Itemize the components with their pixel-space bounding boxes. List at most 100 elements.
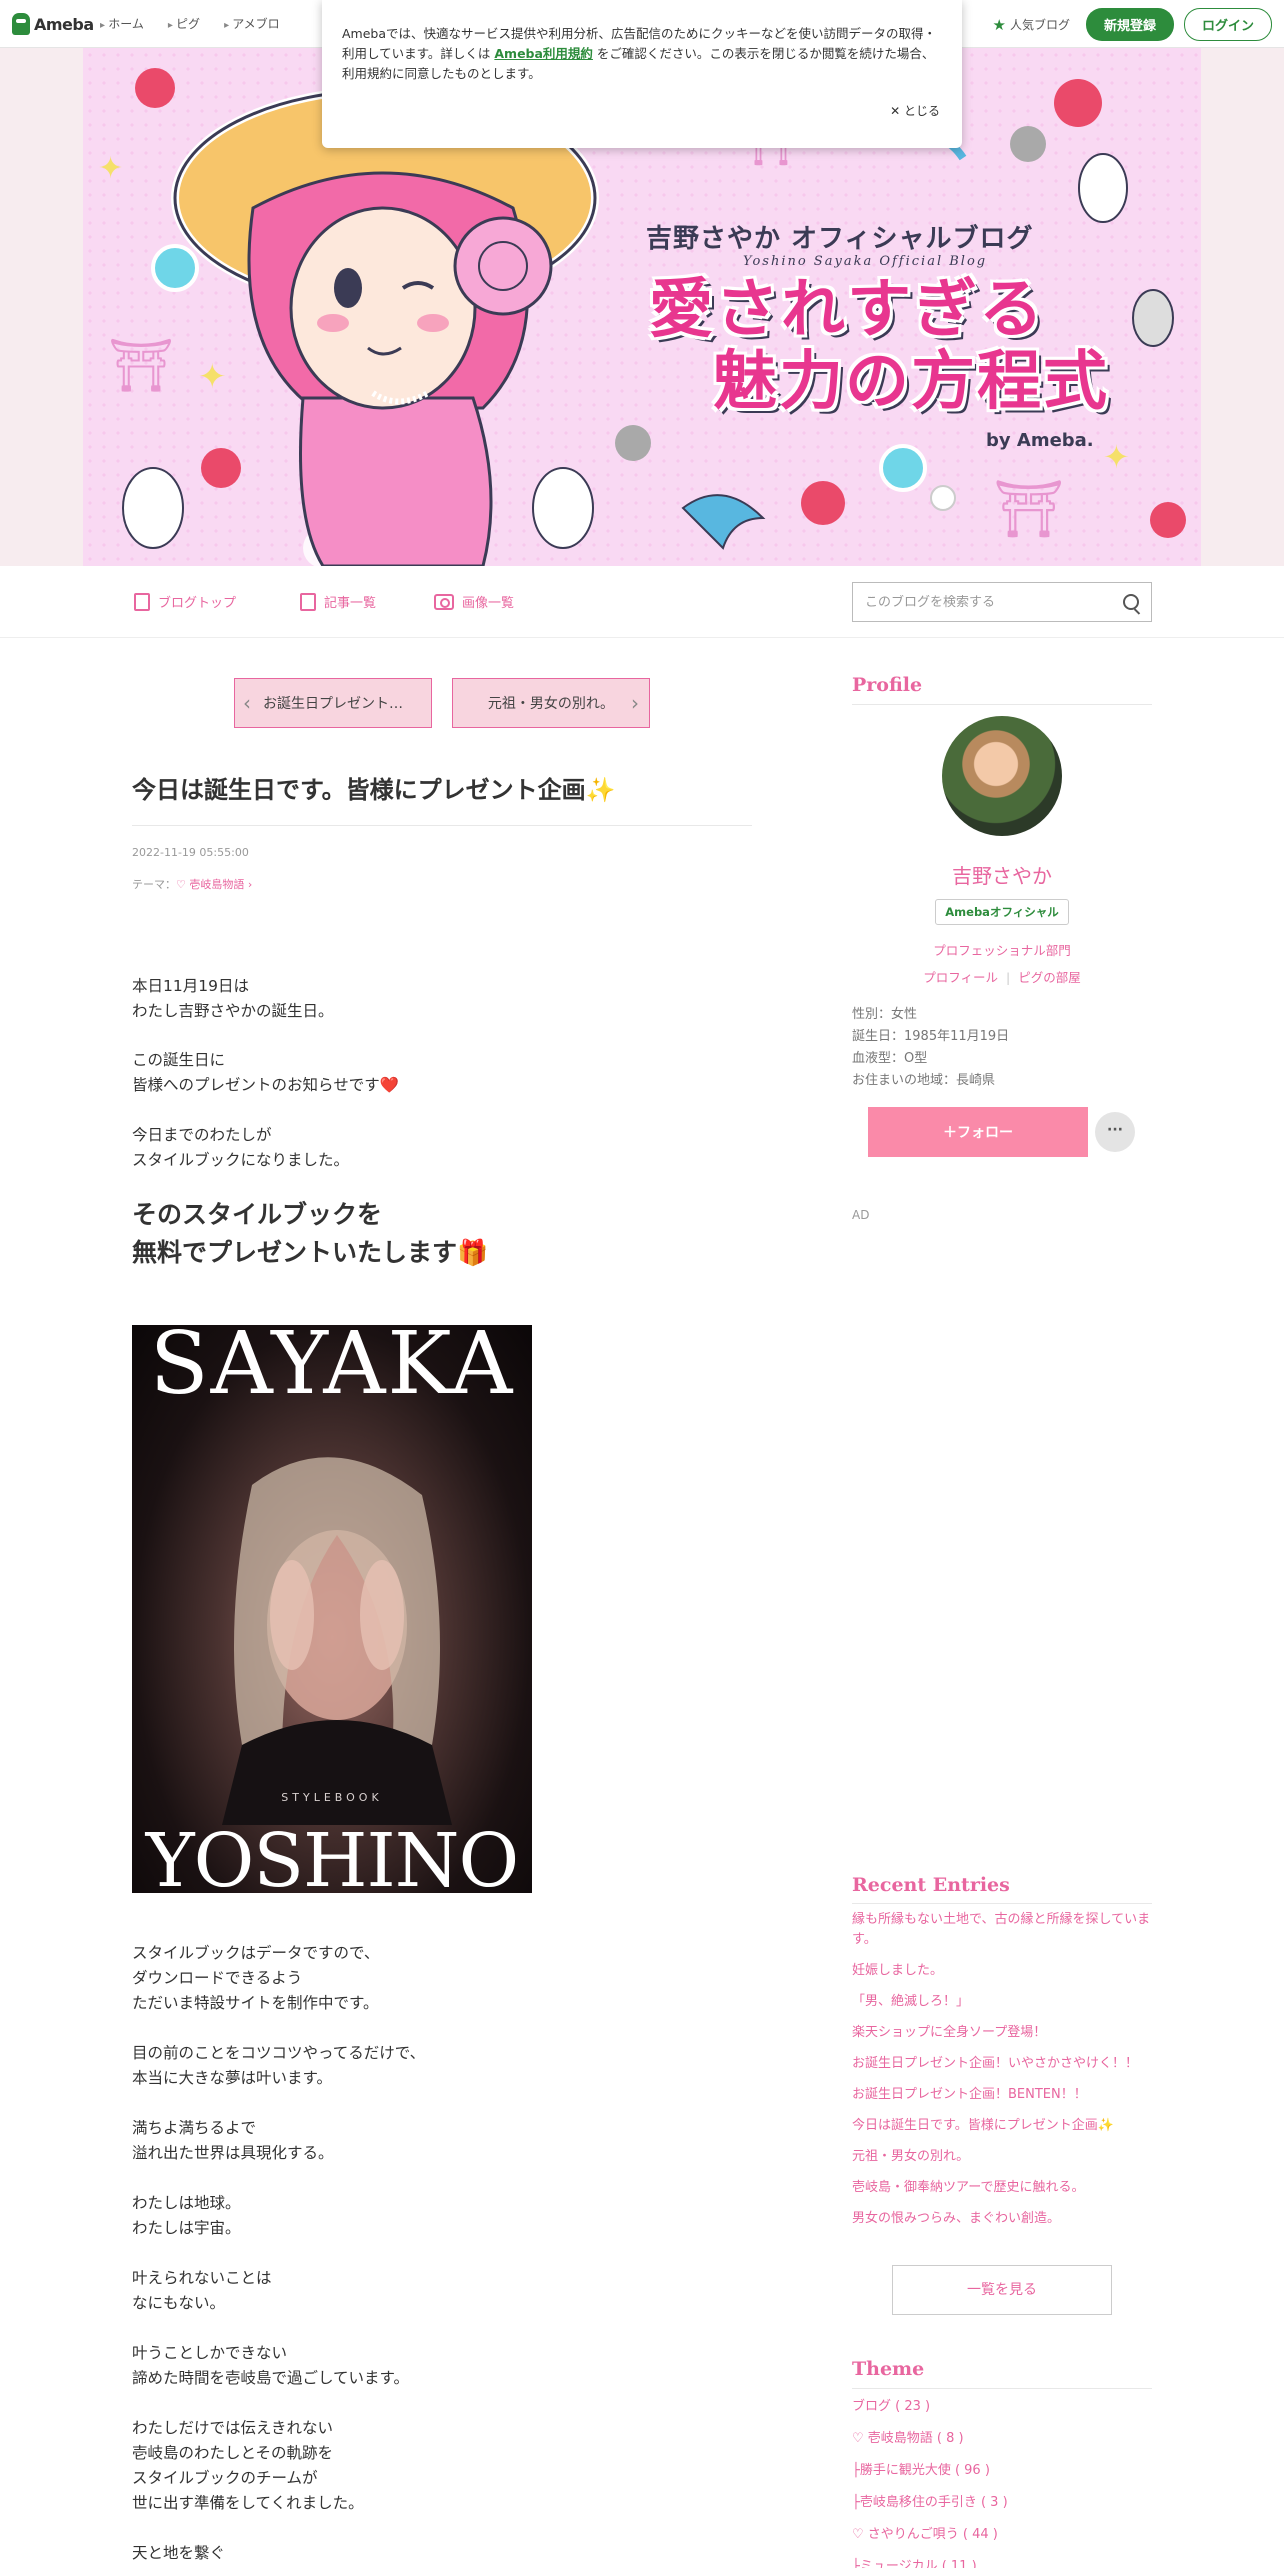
theme-divider: [852, 2388, 1152, 2389]
login-button[interactable]: ログイン: [1183, 8, 1272, 41]
entry-paragraph-11: 天と地を繋ぐ: [132, 2544, 226, 2562]
entry-paragraph-3: 今日までのわたしが スタイルブックになりました。: [132, 1126, 350, 1169]
recent-entry-item[interactable]: 男女の恨みつらみ、まぐわい創造。: [852, 2209, 1152, 2229]
entry-paragraph-4: スタイルブックはデータですので、 ダウンロードできるよう ただいま特設サイトを制…: [132, 1944, 380, 2012]
recent-entry-item[interactable]: 楽天ショップに全身ソープ登場！: [852, 2023, 1152, 2043]
banner-by-ameba: by Ameba.: [986, 430, 1094, 451]
profile-category[interactable]: プロフェッショナル部門: [852, 940, 1152, 959]
official-badge: Amebaオフィシャル: [935, 899, 1069, 925]
blog-top-label: ブログトップ: [158, 596, 237, 611]
recent-entry-item[interactable]: お誕生日プレゼント企画！いやさかさやけく！！: [852, 2054, 1152, 2074]
image-list-link[interactable]: 画像一覧: [434, 592, 514, 611]
profile-area: お住まいの地域：長崎県: [852, 1073, 996, 1088]
profile-divider: [852, 704, 1152, 705]
stylebook-cover-image[interactable]: SAYAKA STYLEBOOK YOSHINO: [132, 1325, 532, 1893]
recent-entry-item[interactable]: お誕生日プレゼント企画！BENTEN！！: [852, 2085, 1152, 2105]
nav-home[interactable]: ホーム: [100, 15, 144, 32]
blog-nav: ブログトップ 記事一覧 画像一覧: [0, 566, 1284, 638]
entry-list-label: 記事一覧: [324, 596, 377, 611]
svg-text:⛩: ⛩: [108, 336, 174, 396]
theme-heading: Theme: [852, 2358, 925, 2380]
profile-link[interactable]: プロフィール: [923, 970, 998, 985]
entry-highlight: そのスタイルブックを 無料でプレゼントいたします🎁: [132, 1200, 489, 1267]
next-entry-button[interactable]: 元祖・男女の別れ。 ›: [452, 678, 650, 728]
header-actions: ★ 人気ブログ 新規登録 ログイン: [993, 8, 1272, 41]
banner-catchphrase: 愛されすぎる 魅力の方程式: [649, 274, 1109, 418]
register-button[interactable]: 新規登録: [1085, 8, 1174, 41]
banner-catchphrase-line1: 愛されすぎる: [649, 273, 1045, 347]
blog-search-input[interactable]: [865, 594, 1123, 610]
entry-paragraph-8: 叶えられないことは なにもない。: [132, 2269, 272, 2312]
ameba-mascot-icon: [12, 13, 30, 35]
theme-item[interactable]: ├勝手に観光大使 ( 96 ): [852, 2461, 1152, 2481]
popular-blog-link[interactable]: ★ 人気ブログ: [993, 16, 1070, 34]
logo-text: Ameba: [34, 14, 94, 34]
see-all-entries-button[interactable]: 一覧を見る: [892, 2265, 1112, 2315]
recent-entry-item[interactable]: 壱岐島・御奉納ツアーで歴史に触れる。: [852, 2178, 1152, 2198]
profile-name[interactable]: 吉野さやか: [852, 860, 1152, 889]
entry-paragraph-2: この誕生日に 皆様へのプレゼントのお知らせです❤️: [132, 1051, 399, 1094]
pig-room-link[interactable]: ピグの部屋: [1018, 970, 1081, 985]
theme-item[interactable]: ブログ ( 23 ): [852, 2397, 1152, 2417]
profile-blood-type: 血液型：O型: [852, 1051, 928, 1066]
popular-blog-label: 人気ブログ: [1009, 18, 1070, 32]
cookie-consent-dialog: Amebaでは、快適なサービス提供や利用分析、広告配信のためにクッキーなどを使い…: [322, 0, 962, 148]
entry-theme-label: テーマ：: [132, 878, 176, 891]
recent-entries-list: 縁も所縁もない土地で、古の縁と所縁を探しています。 妊娠しました。 「男、絶滅し…: [852, 1910, 1152, 2240]
svg-text:⛩: ⛩: [993, 477, 1064, 542]
theme-item[interactable]: ├壱岐島移住の手引き ( 3 ): [852, 2493, 1152, 2513]
entry-paragraph-7: わたしは地球。 わたしは宇宙。: [132, 2194, 241, 2237]
blog-top-link[interactable]: ブログトップ: [134, 592, 236, 611]
theme-item[interactable]: ├ミュージカル ( 11 ): [852, 2557, 1152, 2568]
stylebook-label: STYLEBOOK: [281, 1791, 383, 1804]
copy-icon: [300, 592, 316, 611]
ameba-logo[interactable]: Ameba: [12, 12, 94, 36]
stylebook-portrait: [222, 1457, 452, 1825]
entry-paragraph-1: 本日11月19日は わたし吉野さやかの誕生日。: [132, 977, 334, 1020]
ad-label: AD: [852, 1208, 870, 1222]
entry-paragraph-5: 目の前のことをコツコツやってるだけで、 本当に大きな夢は叶います。: [132, 2044, 426, 2087]
image-list-label: 画像一覧: [462, 596, 515, 611]
entry-paragraph-10: わたしだけでは伝えきれない 壱岐島のわたしとその軌跡を スタイルブックのチームが…: [132, 2419, 364, 2512]
prev-entry-label: お誕生日プレゼント…: [263, 696, 403, 712]
recent-entry-item[interactable]: 「男、絶滅しろ！」: [852, 1992, 1152, 2012]
terms-link[interactable]: Ameba利用規約: [494, 46, 593, 61]
entry-theme-link[interactable]: ♡ 壱岐島物語: [176, 878, 244, 891]
cookie-close-button[interactable]: ✕ とじる: [890, 101, 940, 121]
banner-catchphrase-line2: 魅力の方程式: [713, 345, 1109, 419]
blog-search: [852, 582, 1152, 622]
entry-title: 今日は誕生日です。皆様にプレゼント企画✨: [132, 770, 752, 826]
svg-text:✦: ✦: [98, 151, 123, 186]
link-separator: |: [1006, 970, 1011, 985]
entry-list-link[interactable]: 記事一覧: [300, 592, 376, 611]
nav-ameblo[interactable]: アメブロ: [224, 15, 279, 32]
prev-entry-button[interactable]: ‹ お誕生日プレゼント…: [234, 678, 432, 728]
profile-gender: 性別：女性: [852, 1007, 918, 1022]
recent-entry-item[interactable]: 今日は誕生日です。皆様にプレゼント企画✨: [852, 2116, 1152, 2136]
theme-item[interactable]: ♡ さやりんご唄う ( 44 ): [852, 2525, 1152, 2545]
next-entry-label: 元祖・男女の別れ。: [487, 696, 615, 712]
nav-pig[interactable]: ピグ: [168, 15, 200, 32]
svg-text:✦: ✦: [1103, 438, 1130, 476]
svg-text:✦: ✦: [198, 357, 227, 397]
camera-icon: [434, 593, 454, 610]
recent-entry-item[interactable]: 元祖・男女の別れ。: [852, 2147, 1152, 2167]
profile-heading: Profile: [852, 674, 923, 696]
entry-paragraph-9: 叶うことしかできない 諦めた時間を壱岐島で過ごしています。: [132, 2344, 409, 2387]
entry-theme: テーマ：♡ 壱岐島物語 ›: [132, 876, 252, 892]
recent-entry-item[interactable]: 縁も所縁もない土地で、古の縁と所縁を探しています。: [852, 1910, 1152, 1950]
profile-links: プロフィール | ピグの部屋: [852, 967, 1152, 986]
global-nav: ホーム ピグ アメブロ: [100, 15, 279, 32]
more-options-button[interactable]: ···: [1095, 1112, 1135, 1152]
recent-entry-item[interactable]: 妊娠しました。: [852, 1961, 1152, 1981]
star-icon: ★: [992, 15, 1006, 34]
banner-blog-title: 吉野さやか オフィシャルブログ: [646, 224, 1034, 254]
avatar[interactable]: [942, 716, 1062, 836]
search-icon[interactable]: [1123, 594, 1139, 610]
profile-info: 性別：女性 誕生日：1985年11月19日 血液型：O型 お住まいの地域：長崎県: [852, 1004, 1009, 1092]
entry-date: 2022-11-19 05:55:00: [132, 846, 249, 859]
stylebook-title-bottom: YOSHINO: [145, 1818, 519, 1893]
recent-entries-heading: Recent Entries: [852, 1874, 1010, 1896]
theme-item[interactable]: ♡ 壱岐島物語 ( 8 ): [852, 2429, 1152, 2449]
follow-button[interactable]: ＋フォロー: [868, 1107, 1088, 1157]
